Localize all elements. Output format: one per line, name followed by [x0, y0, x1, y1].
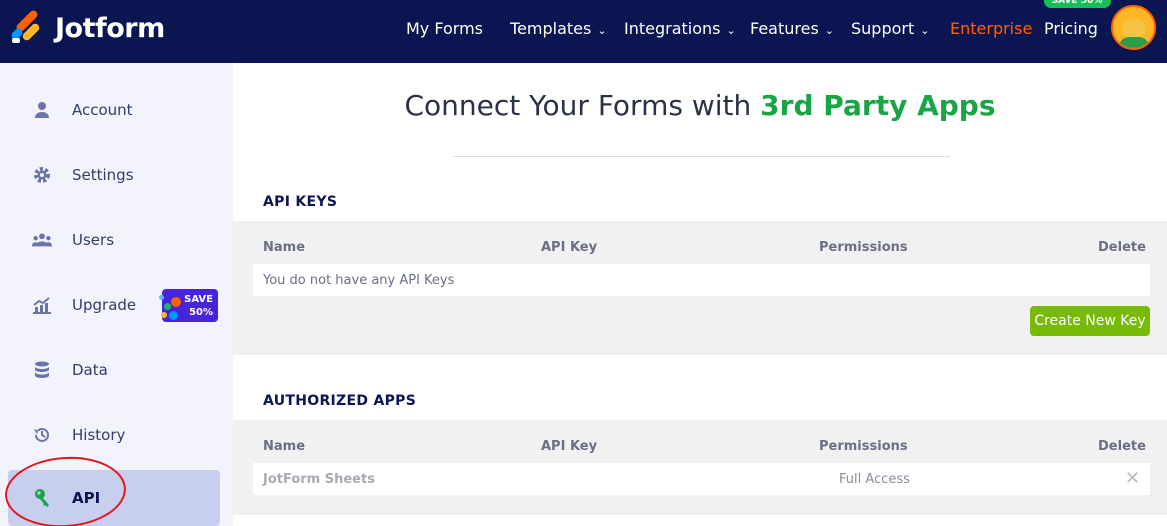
nav-templates-label: Templates [510, 19, 592, 38]
chevron-down-icon: ⌄ [824, 24, 835, 37]
chevron-down-icon: ⌄ [597, 24, 607, 37]
column-header-permissions: Permissions [819, 439, 908, 454]
delete-app-icon[interactable]: ✕ [1125, 468, 1140, 489]
api-keys-panel: Name API Key Permissions Delete You do n… [233, 221, 1167, 355]
nav-integrations[interactable]: Integrations ⌄ [624, 19, 736, 38]
chevron-down-icon: ⌄ [920, 24, 930, 37]
app-name: JotForm Sheets [263, 472, 375, 487]
nav-features[interactable]: Features ⌄ [750, 19, 834, 38]
authorized-apps-heading: AUTHORIZED APPS [263, 393, 417, 409]
api-keys-heading: API KEYS [263, 194, 338, 210]
create-new-key-button[interactable]: Create New Key [1030, 306, 1150, 336]
history-icon [32, 425, 52, 445]
sidebar-item-label: Upgrade [72, 296, 137, 314]
chart-up-icon [32, 295, 52, 315]
sidebar-item-history[interactable]: History [8, 407, 220, 463]
jotform-logo[interactable]: Jotform [9, 8, 165, 44]
column-header-api-key: API Key [541, 240, 598, 255]
column-header-delete: Delete [1098, 240, 1146, 255]
column-header-name: Name [263, 439, 306, 454]
confetti-icon [159, 295, 185, 321]
sidebar-item-label: Account [72, 101, 133, 119]
page-title: Connect Your Forms with 3rd Party Apps [233, 89, 1167, 122]
nav-pricing[interactable]: Pricing [1044, 19, 1098, 38]
logo-text: Jotform [55, 12, 165, 44]
sidebar-item-label: Users [72, 231, 115, 249]
sidebar-item-settings[interactable]: Settings [8, 147, 220, 203]
table-row: You do not have any API Keys [253, 264, 1150, 296]
pricing-save-badge: SAVE 50% [1044, 0, 1111, 8]
gear-icon [32, 165, 52, 185]
top-navbar: Jotform My Forms Templates ⌄ Integrations… [0, 0, 1167, 63]
nav-my-forms-label: My Forms [406, 19, 483, 38]
column-header-name: Name [263, 240, 306, 255]
settings-sidebar: Account Settings Users Upgrade Data Hist… [0, 63, 233, 526]
title-divider [453, 156, 950, 157]
table-row: JotForm Sheets Full Access ✕ [253, 463, 1150, 495]
authorized-apps-panel: Name API Key Permissions Delete JotForm … [233, 420, 1167, 515]
sidebar-item-label: Data [72, 361, 108, 379]
app-permissions: Full Access [839, 472, 910, 487]
jotform-logo-icon [9, 8, 41, 44]
column-header-api-key: API Key [541, 439, 598, 454]
upgrade-save-badge[interactable]: SAVE 50% [159, 289, 218, 322]
chevron-down-icon: ⌄ [726, 24, 736, 37]
page-title-highlight: 3rd Party Apps [760, 89, 996, 122]
nav-features-label: Features [750, 19, 819, 38]
nav-enterprise[interactable]: Enterprise [950, 19, 1032, 38]
sidebar-item-label: Settings [72, 166, 134, 184]
nav-templates[interactable]: Templates ⌄ [510, 19, 607, 38]
nav-enterprise-label: Enterprise [950, 19, 1033, 38]
avatar-body-icon [1119, 37, 1149, 48]
nav-pricing-label: Pricing [1044, 19, 1098, 38]
nav-integrations-label: Integrations [624, 19, 721, 38]
database-icon [32, 360, 52, 380]
column-header-delete: Delete [1098, 439, 1146, 454]
sidebar-item-data[interactable]: Data [8, 342, 220, 398]
sidebar-item-label: History [72, 426, 126, 444]
nav-support-label: Support [851, 19, 915, 38]
sidebar-item-users[interactable]: Users [8, 212, 220, 268]
user-icon [32, 100, 52, 120]
column-header-permissions: Permissions [819, 240, 908, 255]
nav-my-forms[interactable]: My Forms [406, 19, 483, 38]
page-title-prefix: Connect Your Forms with [404, 89, 761, 122]
empty-api-keys-message: You do not have any API Keys [263, 273, 455, 288]
api-main-content: Connect Your Forms with 3rd Party Apps A… [233, 63, 1167, 526]
avatar[interactable] [1111, 5, 1156, 50]
users-icon [32, 230, 52, 250]
nav-support[interactable]: Support ⌄ [851, 19, 929, 38]
sidebar-item-account[interactable]: Account [8, 82, 220, 138]
avatar-face-icon [1122, 19, 1146, 39]
